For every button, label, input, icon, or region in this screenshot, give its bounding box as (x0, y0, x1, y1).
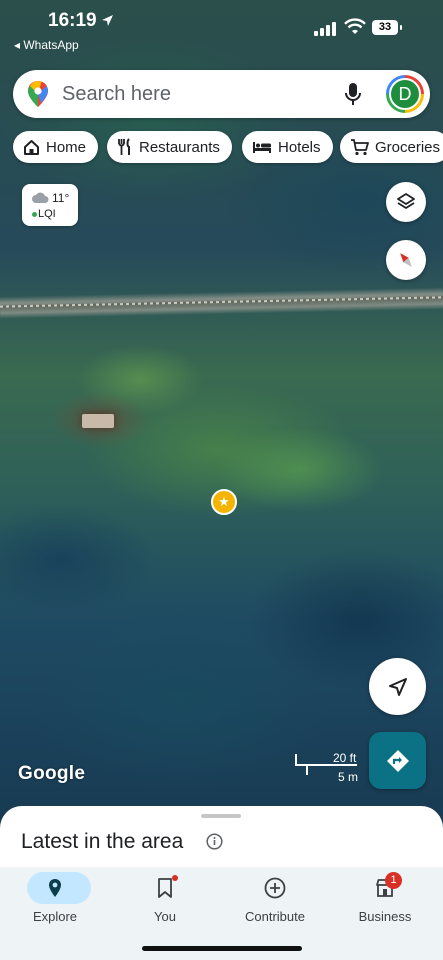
home-icon (24, 139, 39, 155)
navigation-arrow-icon (388, 677, 407, 696)
weather-temperature: 11° (52, 191, 70, 205)
google-logo: Google (18, 763, 86, 784)
nav-contribute[interactable]: Contribute (225, 867, 325, 937)
explore-pin-icon (49, 879, 61, 897)
account-avatar[interactable]: D (386, 75, 424, 113)
avatar-initial: D (389, 78, 421, 110)
air-quality-label: LQI (38, 208, 56, 220)
chip-groceries[interactable]: Groceries (340, 131, 443, 163)
sheet-title: Latest in the area (21, 830, 184, 853)
search-input[interactable]: Search here (62, 83, 171, 106)
wifi-icon (344, 18, 366, 34)
map-scale-bar: 20 ft 5 m (293, 750, 363, 784)
chip-label: Groceries (375, 138, 441, 156)
railway-track (0, 287, 443, 319)
sheet-drag-handle[interactable] (201, 814, 241, 818)
my-location-button[interactable] (369, 658, 426, 715)
battery-icon: 33 (372, 20, 402, 35)
chip-label: Restaurants (139, 138, 220, 156)
air-quality-dot (32, 212, 37, 217)
directions-icon (386, 749, 409, 772)
cart-icon (351, 138, 369, 155)
compass-icon (400, 253, 412, 267)
chip-label: Hotels (278, 138, 321, 156)
layers-button[interactable] (386, 182, 426, 222)
notification-dot (172, 875, 178, 881)
layers-icon (397, 193, 415, 209)
nav-you[interactable]: You (115, 867, 215, 937)
home-indicator[interactable] (142, 946, 302, 951)
map-building (82, 414, 114, 428)
chip-label: Home (46, 138, 87, 156)
nav-label: You (154, 909, 176, 924)
weather-widget[interactable]: 11° LQI (22, 184, 78, 226)
nav-business[interactable]: 1 Business (335, 867, 435, 937)
location-arrow-icon (102, 15, 113, 26)
nav-label: Business (358, 909, 412, 924)
compass-button[interactable] (386, 240, 426, 280)
chip-restaurants[interactable]: Restaurants (107, 131, 232, 163)
nav-label: Contribute (245, 909, 305, 924)
google-maps-pin-icon (28, 81, 48, 107)
scale-imperial: 20 ft (333, 751, 357, 765)
bottom-sheet[interactable]: Latest in the area (0, 806, 443, 876)
battery-level: 33 (378, 21, 392, 33)
hotel-icon (253, 142, 271, 153)
scale-metric: 5 m (338, 770, 359, 784)
chip-hotels[interactable]: Hotels (242, 131, 333, 163)
cloud-icon (32, 192, 49, 203)
info-icon[interactable] (206, 833, 223, 850)
microphone-icon[interactable] (344, 82, 362, 106)
directions-button[interactable] (369, 732, 426, 789)
nav-explore[interactable]: Explore (5, 867, 105, 937)
back-to-app-link[interactable]: ◂ WhatsApp (14, 38, 79, 52)
restaurant-icon (118, 138, 130, 155)
add-circle-icon (264, 877, 286, 899)
nav-label: Explore (32, 909, 78, 924)
chip-home[interactable]: Home (13, 131, 99, 163)
cellular-signal-icon (314, 22, 336, 36)
search-bar[interactable]: Search here D (13, 70, 430, 118)
status-time: 16:19 (48, 10, 97, 31)
status-bar: 16:19 ◂ WhatsApp 33 (0, 0, 443, 52)
place-marker-star-icon[interactable]: ★ (211, 489, 237, 515)
business-badge: 1 (385, 872, 402, 889)
